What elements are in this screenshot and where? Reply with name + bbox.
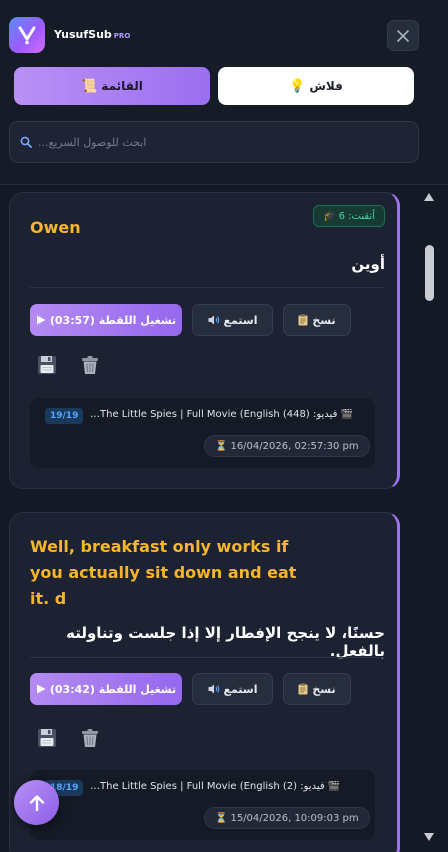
- listen-button[interactable]: استمع: [192, 673, 273, 705]
- delete-button[interactable]: [79, 727, 101, 749]
- timestamp: 15/04/2026, 10:09:03 pm: [230, 812, 359, 824]
- video-label: فيديو:: [312, 409, 338, 420]
- close-icon: [397, 29, 409, 42]
- clipboard-icon: [298, 683, 308, 695]
- listen-button[interactable]: استمع: [192, 304, 273, 336]
- close-button[interactable]: [387, 20, 419, 51]
- hourglass-icon: ⏳: [215, 812, 228, 824]
- divider: [30, 657, 385, 658]
- scroll-down-arrow[interactable]: [424, 833, 434, 841]
- divider: [30, 287, 385, 288]
- video-label: فيديو:: [300, 781, 325, 792]
- tab-list-label: القائمة: [101, 79, 143, 93]
- source-info: 19/19 🎬 فيديو: (448) The Little Spies | …: [30, 398, 375, 468]
- play-clip-button[interactable]: تشغيل اللقطة (03:42): [30, 673, 182, 705]
- arrow-up-icon: [29, 794, 44, 811]
- arabic-text: أوين: [351, 255, 385, 273]
- brand-name: YusufSub PRO: [54, 28, 131, 41]
- save-button[interactable]: [36, 727, 58, 749]
- mastered-badge: أتقنت: 6 🎓: [313, 205, 385, 227]
- header: YusufSub PRO 📜 القائمة 💡 فلاش: [0, 0, 448, 185]
- play-clip-label: تشغيل اللقطة (03:42): [49, 682, 177, 696]
- floppy-disk-icon: [38, 356, 56, 374]
- scroll-icon: 📜: [81, 78, 98, 94]
- scrollbar-thumb[interactable]: [425, 245, 434, 301]
- speaker-icon: [208, 684, 219, 694]
- tab-flash[interactable]: 💡 فلاش: [218, 67, 414, 105]
- word-list: أتقنت: 6 🎓 Owen أوين تشغيل اللقطة (03:57…: [0, 186, 448, 852]
- app-window: YusufSubPRO 📜 القائمة 💡 فلاش أتقنت: 6 🎓 …: [0, 0, 448, 852]
- hourglass-icon: ⏳: [215, 440, 228, 452]
- trash-icon: [82, 729, 98, 747]
- delete-button[interactable]: [79, 354, 101, 376]
- timestamp: 16/04/2026, 02:57:30 pm: [230, 440, 359, 452]
- pro-label: PRO: [113, 32, 131, 40]
- logo-icon: [18, 26, 36, 45]
- graduation-cap-icon: 🎓: [323, 210, 336, 222]
- episode-badge: 19/19: [45, 408, 84, 424]
- play-icon: [36, 684, 46, 694]
- scroll-up-arrow[interactable]: [424, 193, 434, 201]
- copy-label: نسخ: [312, 682, 336, 696]
- mastered-text: أتقنت: 6: [338, 210, 375, 222]
- floppy-disk-icon: [38, 729, 56, 747]
- tab-list[interactable]: 📜 القائمة: [14, 67, 210, 105]
- video-title: (2) The Little Spies | Full Movie (Engli…: [90, 781, 298, 792]
- play-clip-label: تشغيل اللقطة (03:57): [49, 313, 177, 327]
- play-clip-button[interactable]: تشغيل اللقطة (03:57): [30, 304, 182, 336]
- lightbulb-icon: 💡: [289, 78, 306, 94]
- source-info: 18/19 🎬 فيديو: (2) The Little Spies | Fu…: [30, 770, 375, 840]
- scroll-to-top-button[interactable]: [14, 780, 59, 825]
- word-card: Well, breakfast only works if you actual…: [9, 512, 400, 852]
- copy-label: نسخ: [312, 313, 336, 327]
- save-button[interactable]: [36, 354, 58, 376]
- copy-button[interactable]: نسخ: [283, 673, 351, 705]
- timestamp-pill: ⏳ 15/04/2026, 10:09:03 pm: [204, 807, 370, 829]
- english-text: Owen: [30, 218, 81, 237]
- video-title: (448) The Little Spies | Full Movie (Eng…: [90, 409, 310, 420]
- app-logo: [9, 17, 45, 53]
- play-icon: [36, 315, 46, 325]
- listen-label: استمع: [223, 313, 258, 327]
- tab-flash-label: فلاش: [309, 79, 343, 93]
- search-icon: [20, 136, 32, 148]
- word-card: أتقنت: 6 🎓 Owen أوين تشغيل اللقطة (03:57…: [9, 192, 400, 489]
- video-title-line[interactable]: 🎬 فيديو: (2) The Little Spies | Full Mov…: [90, 781, 365, 792]
- search-input[interactable]: [38, 135, 338, 149]
- english-text: Well, breakfast only works if you actual…: [30, 537, 297, 608]
- search-box[interactable]: [9, 121, 419, 163]
- video-title-line[interactable]: 🎬 فيديو: (448) The Little Spies | Full M…: [90, 409, 365, 420]
- speaker-icon: [208, 315, 219, 325]
- timestamp-pill: ⏳ 16/04/2026, 02:57:30 pm: [204, 435, 370, 457]
- listen-label: استمع: [223, 682, 258, 696]
- trash-icon: [82, 356, 98, 374]
- clipboard-icon: [298, 314, 308, 326]
- copy-button[interactable]: نسخ: [283, 304, 351, 336]
- arabic-text: حسنًا، لا ينجح الإفطار إلا إذا جلست وتنا…: [66, 624, 385, 660]
